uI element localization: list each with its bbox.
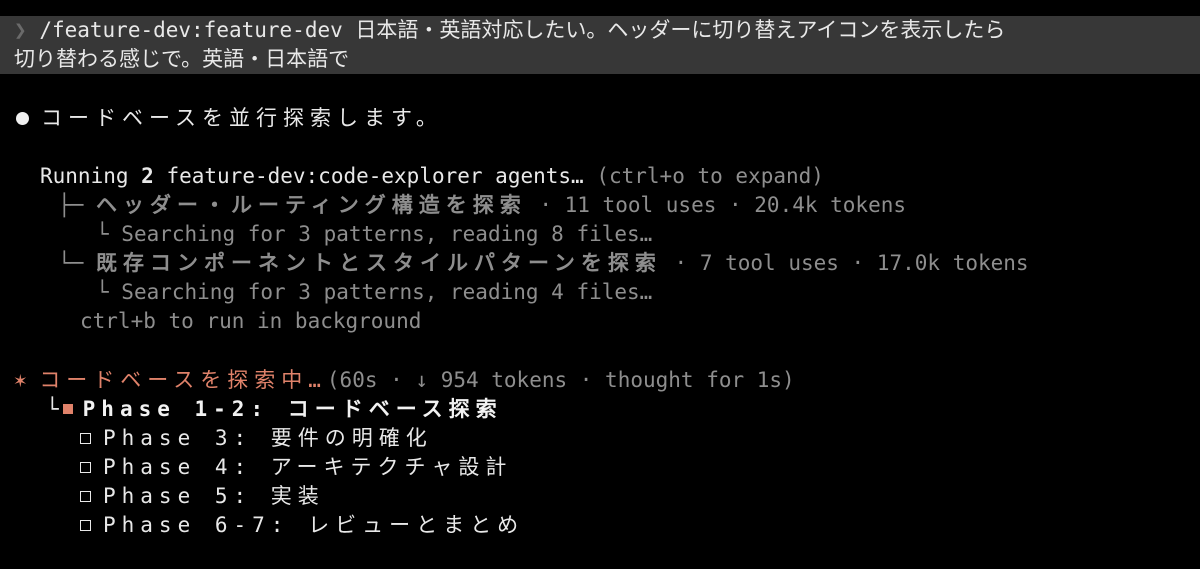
status-message: コードベースを並行探索します。 bbox=[41, 106, 443, 130]
tree-branch-icon: ├─ bbox=[58, 193, 84, 217]
tree-leaf-icon: └ bbox=[96, 280, 109, 304]
phase-item-1: └ Phase 1-2: コードベース探索 bbox=[0, 395, 1200, 424]
tree-leaf-icon: └ bbox=[46, 397, 59, 421]
prompt-text-2: 切り替わる感じで。英語・日本語で bbox=[14, 47, 350, 71]
progress-stats: (60s · ↓ 954 tokens · thought for 1s) bbox=[326, 368, 795, 392]
phase-label-5: Phase 6-7: レビューとまとめ bbox=[103, 513, 525, 537]
running-count: 2 bbox=[141, 164, 154, 188]
phase-item-5: Phase 6-7: レビューとまとめ bbox=[0, 511, 1200, 540]
tree-branch-icon: └─ bbox=[58, 251, 84, 275]
agent-task-2-activity: Searching for 3 patterns, reading 4 file… bbox=[108, 280, 653, 304]
background-hint: ctrl+b to run in background bbox=[0, 307, 1200, 336]
phase-pending-icon bbox=[80, 519, 91, 531]
progress-label: コードベースを探索中… bbox=[39, 368, 327, 392]
tree-leaf-icon: └ bbox=[96, 222, 109, 246]
phase-item-2: Phase 3: 要件の明確化 bbox=[0, 424, 1200, 453]
prompt-chevron-icon: ❯ bbox=[14, 18, 27, 42]
agent-task-1-activity: Searching for 3 patterns, reading 8 file… bbox=[108, 222, 653, 246]
prompt-text-1: /feature-dev:feature-dev 日本語・英語対応したい。ヘッダ… bbox=[39, 18, 1006, 42]
running-suffix: feature-dev:code-explorer agents… bbox=[153, 164, 584, 188]
phase-pending-icon bbox=[80, 461, 91, 473]
agent-task-1-stats: · 11 tool uses · 20.4k tokens bbox=[526, 193, 906, 217]
status-line: コードベースを並行探索します。 bbox=[0, 104, 1200, 133]
phase-active-icon bbox=[62, 404, 73, 414]
bullet-icon bbox=[16, 111, 29, 125]
phase-label-3: Phase 4: アーキテクチャ設計 bbox=[103, 455, 513, 479]
agent-task-1: ├─ ヘッダー・ルーティング構造を探索 · 11 tool uses · 20.… bbox=[0, 191, 1200, 220]
spinner-icon: ✶ bbox=[14, 368, 27, 392]
prompt-line-1: ❯ /feature-dev:feature-dev 日本語・英語対応したい。ヘ… bbox=[0, 16, 1200, 45]
expand-hint[interactable]: (ctrl+o to expand) bbox=[596, 164, 824, 188]
prompt-line-2: 切り替わる感じで。英語・日本語で bbox=[0, 45, 1200, 74]
agent-task-2-name: 既存コンポーネントとスタイルパターンを探索 bbox=[95, 251, 662, 275]
phase-label-1: Phase 1-2: コードベース探索 bbox=[82, 397, 503, 421]
user-prompt: ❯ /feature-dev:feature-dev 日本語・英語対応したい。ヘ… bbox=[0, 16, 1200, 74]
phase-item-4: Phase 5: 実装 bbox=[0, 482, 1200, 511]
agent-task-2-activity-line: └ Searching for 3 patterns, reading 4 fi… bbox=[0, 278, 1200, 307]
agent-task-1-activity-line: └ Searching for 3 patterns, reading 8 fi… bbox=[0, 220, 1200, 249]
agent-task-2: └─ 既存コンポーネントとスタイルパターンを探索 · 7 tool uses ·… bbox=[0, 249, 1200, 278]
agent-task-1-name: ヘッダー・ルーティング構造を探索 bbox=[95, 193, 527, 217]
phase-pending-icon bbox=[80, 490, 91, 502]
phase-label-4: Phase 5: 実装 bbox=[103, 484, 325, 508]
background-hint-text[interactable]: ctrl+b to run in background bbox=[80, 309, 421, 333]
agent-task-2-stats: · 7 tool uses · 17.0k tokens bbox=[661, 251, 1029, 275]
phase-item-3: Phase 4: アーキテクチャ設計 bbox=[0, 453, 1200, 482]
phase-label-2: Phase 3: 要件の明確化 bbox=[103, 426, 433, 450]
running-prefix: Running bbox=[40, 164, 142, 188]
phase-pending-icon bbox=[80, 432, 91, 444]
agents-running-line: Running 2 feature-dev:code-explorer agen… bbox=[0, 162, 1200, 191]
progress-line: ✶ コードベースを探索中…(60s · ↓ 954 tokens · thoug… bbox=[0, 366, 1200, 395]
